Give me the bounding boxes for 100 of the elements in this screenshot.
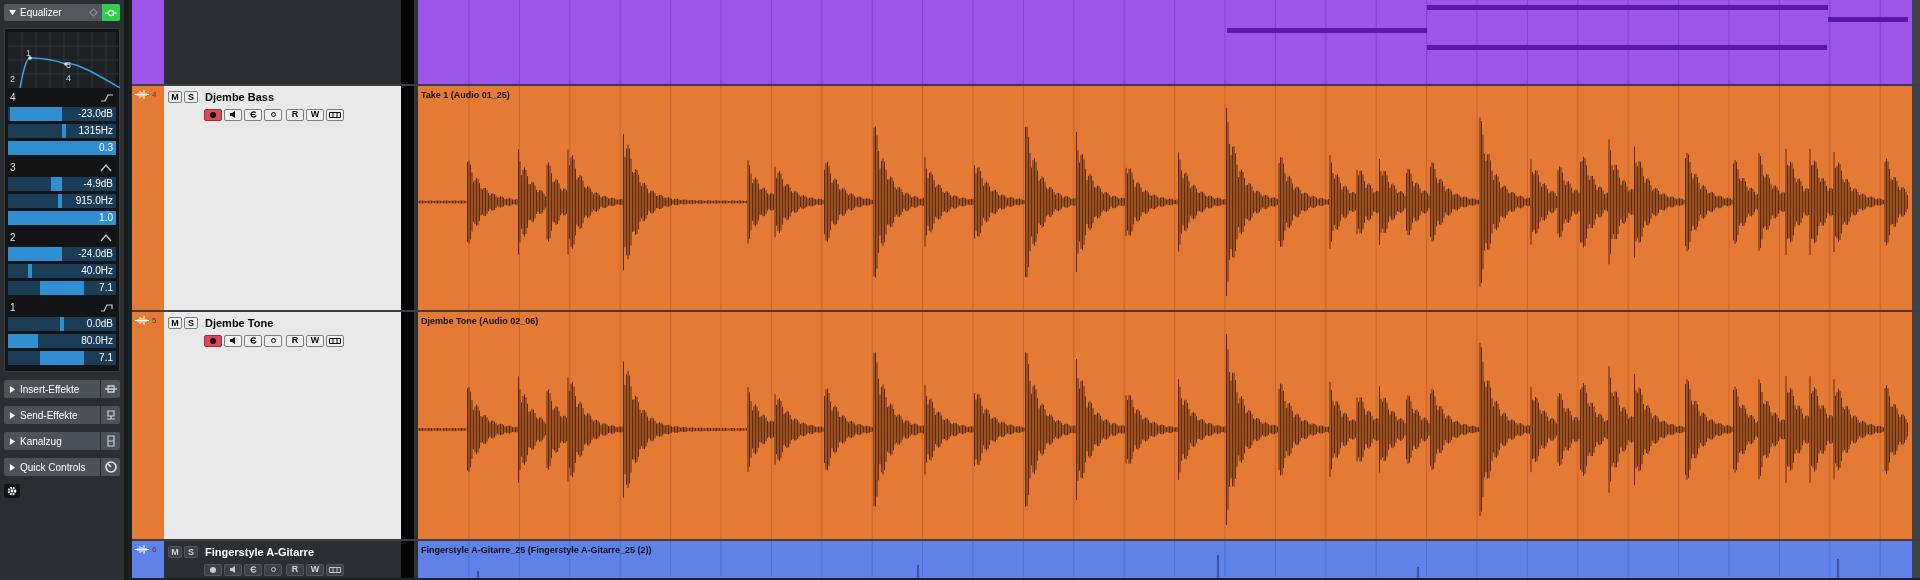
- lanes-icon: [329, 337, 341, 344]
- settings-button[interactable]: [4, 484, 20, 498]
- channel-strip-icon: [106, 435, 115, 447]
- eq-slider[interactable]: -4.9dB: [8, 177, 116, 191]
- equalizer-header[interactable]: Equalizer: [4, 4, 120, 21]
- eq-slider[interactable]: -24.0dB: [8, 247, 116, 261]
- slider-value: -4.9dB: [83, 177, 113, 191]
- slider-handle[interactable]: [62, 124, 67, 138]
- waveform-icon: [135, 316, 149, 325]
- slider-handle[interactable]: [39, 281, 85, 295]
- waveform-icon: [135, 90, 149, 99]
- track-number: 6: [152, 545, 157, 554]
- slider-value: 915.0Hz: [75, 194, 113, 208]
- eq-slider[interactable]: 7.1: [8, 281, 116, 295]
- edit-button[interactable]: [244, 334, 262, 347]
- inspector-section-header[interactable]: Quick Controls: [4, 458, 120, 476]
- track-header[interactable]: M S Fingerstyle A-Gitarre R W: [164, 541, 401, 578]
- filter-shape-icon[interactable]: [100, 162, 114, 173]
- slider-value: 7.1: [99, 351, 113, 365]
- edit-button[interactable]: [244, 563, 262, 576]
- eq-slider[interactable]: 0.3: [8, 141, 116, 155]
- eq-slider[interactable]: 1315Hz: [8, 124, 116, 138]
- circle-icon: [270, 567, 276, 572]
- collapsed-caret-icon[interactable]: [9, 437, 16, 445]
- record-enable-button[interactable]: [204, 334, 222, 347]
- insert-icon: [104, 384, 117, 394]
- filter-shape-icon[interactable]: [100, 302, 114, 313]
- solo-button[interactable]: S: [184, 317, 198, 330]
- freeze-button[interactable]: [264, 108, 282, 121]
- mute-button[interactable]: M: [168, 546, 182, 559]
- mute-button[interactable]: M: [168, 91, 182, 104]
- solo-button[interactable]: S: [184, 546, 198, 559]
- filter-shape-icon[interactable]: [100, 92, 114, 103]
- record-enable-button[interactable]: [204, 563, 222, 576]
- inspector-section-header[interactable]: Insert-Effekte: [4, 380, 120, 398]
- speaker-icon: [230, 337, 236, 344]
- slider-value: -23.0dB: [77, 107, 113, 121]
- audio-event[interactable]: Take 1 (Audio 01_25): [418, 86, 1912, 310]
- event-title: Djembe Tone (Audio 02_06): [421, 315, 539, 328]
- track-name: Djembe Tone: [205, 316, 274, 331]
- eq-slider[interactable]: 40.0Hz: [8, 264, 116, 278]
- track-color-strip[interactable]: [132, 0, 164, 84]
- band-point-label: 4: [66, 74, 71, 83]
- write-button[interactable]: W: [306, 334, 324, 347]
- mute-button[interactable]: M: [168, 317, 182, 330]
- lanes-button[interactable]: [326, 108, 344, 121]
- eq-slider[interactable]: 80.0Hz: [8, 334, 116, 348]
- monitor-button[interactable]: [224, 334, 242, 347]
- collapsed-caret-icon[interactable]: [9, 385, 16, 393]
- eq-slider[interactable]: -23.0dB: [8, 107, 116, 121]
- band-number: 4: [10, 91, 16, 105]
- scrollbar-track[interactable]: [1912, 541, 1920, 578]
- edit-button[interactable]: [244, 108, 262, 121]
- freeze-button[interactable]: [264, 563, 282, 576]
- solo-button[interactable]: S: [184, 91, 198, 104]
- monitor-button[interactable]: [224, 563, 242, 576]
- expanded-caret-icon[interactable]: [9, 9, 16, 16]
- inspector-section-header[interactable]: Kanalzug: [4, 432, 120, 450]
- write-button[interactable]: W: [306, 108, 324, 121]
- collapsed-caret-icon[interactable]: [9, 411, 16, 419]
- track-name: Fingerstyle A-Gitarre: [205, 545, 314, 560]
- filter-shape-icon[interactable]: [100, 232, 114, 243]
- scrollbar-track[interactable]: [1912, 86, 1920, 310]
- record-icon: [210, 337, 216, 344]
- slider-handle[interactable]: [57, 194, 62, 208]
- lanes-icon: [329, 111, 341, 118]
- track-number: 5: [152, 316, 157, 325]
- slider-handle[interactable]: [60, 317, 64, 331]
- band-number: 2: [10, 231, 16, 245]
- edit-channel-icon: [249, 111, 257, 118]
- track-header[interactable]: M S Djembe Tone R W: [164, 312, 401, 539]
- event-title: Fingerstyle A-Gitarre_25 (Fingerstyle A-Gitarre_25 (2)): [421, 544, 652, 557]
- eq-slider[interactable]: 0.0dB: [8, 317, 116, 331]
- scrollbar-track[interactable]: [1912, 312, 1920, 539]
- lanes-button[interactable]: [326, 563, 344, 576]
- knob-icon: [104, 461, 117, 473]
- lanes-icon: [329, 566, 341, 573]
- eq-slider[interactable]: 1.0: [8, 211, 116, 225]
- read-button[interactable]: R: [286, 334, 304, 347]
- read-button[interactable]: R: [286, 563, 304, 576]
- record-enable-button[interactable]: [204, 108, 222, 121]
- eq-slider[interactable]: 7.1: [8, 351, 116, 365]
- scrollbar-track[interactable]: [1912, 0, 1920, 84]
- section-title: Send-Effekte: [20, 408, 79, 423]
- audio-event[interactable]: Fingerstyle A-Gitarre_25 (Fingerstyle A-Gitarre_25 (2)): [418, 541, 1912, 578]
- slider-value: 7.1: [99, 281, 113, 295]
- freeze-button[interactable]: [264, 334, 282, 347]
- event-title: Take 1 (Audio 01_25): [421, 89, 510, 102]
- inspector-section-header[interactable]: Send-Effekte: [4, 406, 120, 424]
- audio-event[interactable]: Djembe Tone (Audio 02_06): [418, 312, 1912, 539]
- eq-slider[interactable]: 915.0Hz: [8, 194, 116, 208]
- slider-handle[interactable]: [27, 264, 32, 278]
- track-header[interactable]: M S Djembe Bass R W: [164, 86, 401, 310]
- lanes-button[interactable]: [326, 334, 344, 347]
- read-button[interactable]: R: [286, 108, 304, 121]
- slider-handle[interactable]: [39, 351, 85, 365]
- slider-handle[interactable]: [51, 177, 62, 191]
- write-button[interactable]: W: [306, 563, 324, 576]
- monitor-button[interactable]: [224, 108, 242, 121]
- collapsed-caret-icon[interactable]: [9, 463, 16, 471]
